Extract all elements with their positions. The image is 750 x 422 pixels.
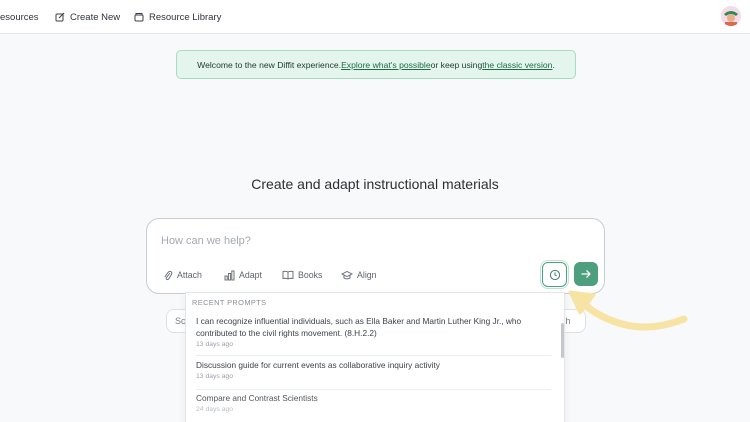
avatar-image bbox=[721, 6, 741, 26]
user-avatar[interactable] bbox=[721, 6, 741, 26]
attach-button[interactable]: Attach bbox=[163, 268, 202, 282]
arrow-right-icon bbox=[581, 270, 591, 278]
top-navigation-bar: esources Create New Resource Library bbox=[0, 0, 750, 34]
recent-prompts-title: Recent prompts bbox=[192, 298, 267, 307]
nav-item-resources-label: esources bbox=[0, 11, 39, 23]
recent-prompt-date: 13 days ago bbox=[196, 372, 234, 380]
bar-chart-icon bbox=[224, 270, 235, 280]
align-label: Align bbox=[357, 270, 377, 280]
nav-item-resource-library-label: Resource Library bbox=[149, 11, 222, 23]
recent-prompts-dropdown: Recent prompts I can recognize influenti… bbox=[185, 292, 565, 422]
explore-link[interactable]: Explore what's possible bbox=[341, 60, 431, 70]
recent-prompt-item[interactable]: I can recognize influential individuals,… bbox=[196, 316, 546, 348]
graduation-cap-icon bbox=[341, 270, 353, 280]
classic-version-link[interactable]: the classic version bbox=[482, 60, 552, 70]
recent-prompt-text: Compare and Contrast Scientists bbox=[196, 393, 318, 403]
nav-item-create-new[interactable]: Create New bbox=[55, 9, 120, 25]
nav-item-resources[interactable]: esources bbox=[0, 9, 39, 25]
nav-item-resource-library[interactable]: Resource Library bbox=[134, 9, 221, 25]
books-label: Books bbox=[298, 270, 323, 280]
adapt-label: Adapt bbox=[239, 270, 262, 280]
banner-text-prefix: Welcome to the new Diffit experience. bbox=[197, 59, 342, 70]
attach-label: Attach bbox=[177, 270, 202, 280]
banner-text-middle: or keep using bbox=[430, 59, 483, 70]
recent-prompt-date: 13 days ago bbox=[196, 341, 234, 348]
recent-prompt-text: Discussion guide for current events as c… bbox=[196, 360, 440, 370]
pencil-square-icon bbox=[55, 12, 65, 22]
align-button[interactable]: Align bbox=[341, 268, 377, 282]
folder-icon bbox=[134, 13, 144, 22]
recent-prompt-text: I can recognize influential individuals,… bbox=[196, 316, 522, 338]
banner-text-suffix: . bbox=[552, 59, 555, 70]
welcome-banner: Welcome to the new Diffit experience. Ex… bbox=[176, 50, 576, 79]
recent-prompt-date: 24 days ago bbox=[196, 405, 234, 413]
background-search-left-text: Sc bbox=[175, 316, 186, 326]
open-book-icon bbox=[282, 270, 294, 280]
clock-icon bbox=[549, 269, 560, 280]
page-title: Create and adapt instructional materials bbox=[251, 176, 499, 192]
divider bbox=[196, 389, 551, 390]
prompt-box: Attach Adapt Books Align bbox=[146, 218, 605, 294]
recent-prompt-item[interactable]: Discussion guide for current events as c… bbox=[196, 360, 546, 380]
recent-prompt-item[interactable]: Compare and Contrast Scientists 24 days … bbox=[196, 393, 546, 413]
prompt-input[interactable] bbox=[161, 235, 541, 247]
divider bbox=[196, 355, 551, 356]
adapt-button[interactable]: Adapt bbox=[224, 268, 262, 282]
highlight-arrow-annotation bbox=[568, 290, 688, 331]
paperclip-icon bbox=[164, 270, 173, 280]
books-button[interactable]: Books bbox=[282, 268, 322, 282]
nav-item-create-new-label: Create New bbox=[70, 11, 121, 23]
